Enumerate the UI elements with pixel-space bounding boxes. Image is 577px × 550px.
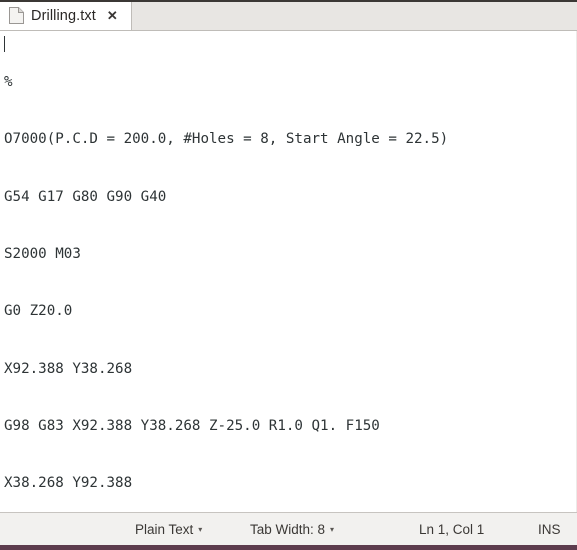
code-line: X38.268 Y92.388: [4, 475, 133, 492]
cursor-position: Ln 1, Col 1: [419, 521, 485, 537]
chevron-down-icon: ▾: [198, 525, 203, 534]
code-line: G0 Z20.0: [4, 303, 73, 320]
bottom-accent-strip: [0, 545, 577, 550]
tab-label: Drilling.txt: [31, 7, 96, 24]
code-line: G54 G17 G80 G90 G40: [4, 188, 167, 205]
code-line: O7000(P.C.D = 200.0, #Holes = 8, Start A…: [4, 131, 449, 148]
code-line: X92.388 Y38.268: [4, 360, 133, 377]
language-label: Plain Text: [135, 521, 194, 537]
tab-drilling-txt[interactable]: Drilling.txt ✕: [0, 1, 132, 30]
document-icon: [9, 7, 24, 24]
code-line: G98 G83 X92.388 Y38.268 Z-25.0 R1.0 Q1. …: [4, 417, 380, 434]
insert-mode-indicator: INS: [538, 521, 561, 537]
code-content[interactable]: % O7000(P.C.D = 200.0, #Holes = 8, Start…: [0, 31, 576, 512]
code-line: %: [4, 74, 13, 91]
code-line: S2000 M03: [4, 246, 81, 263]
tab-bar: Drilling.txt ✕: [0, 0, 577, 31]
tab-width-selector[interactable]: Tab Width: 8 ▾: [250, 522, 334, 537]
status-bar: Plain Text ▾ Tab Width: 8 ▾ Ln 1, Col 1 …: [0, 512, 577, 545]
editor-area[interactable]: % O7000(P.C.D = 200.0, #Holes = 8, Start…: [0, 31, 577, 512]
text-caret: [4, 36, 5, 52]
language-selector[interactable]: Plain Text ▾: [135, 522, 202, 537]
text-editor-window: Drilling.txt ✕ % O7000(P.C.D = 200.0, #H…: [0, 0, 577, 550]
chevron-down-icon: ▾: [330, 525, 335, 534]
tab-width-label: Tab Width: 8: [250, 521, 326, 537]
close-icon[interactable]: ✕: [105, 8, 120, 23]
